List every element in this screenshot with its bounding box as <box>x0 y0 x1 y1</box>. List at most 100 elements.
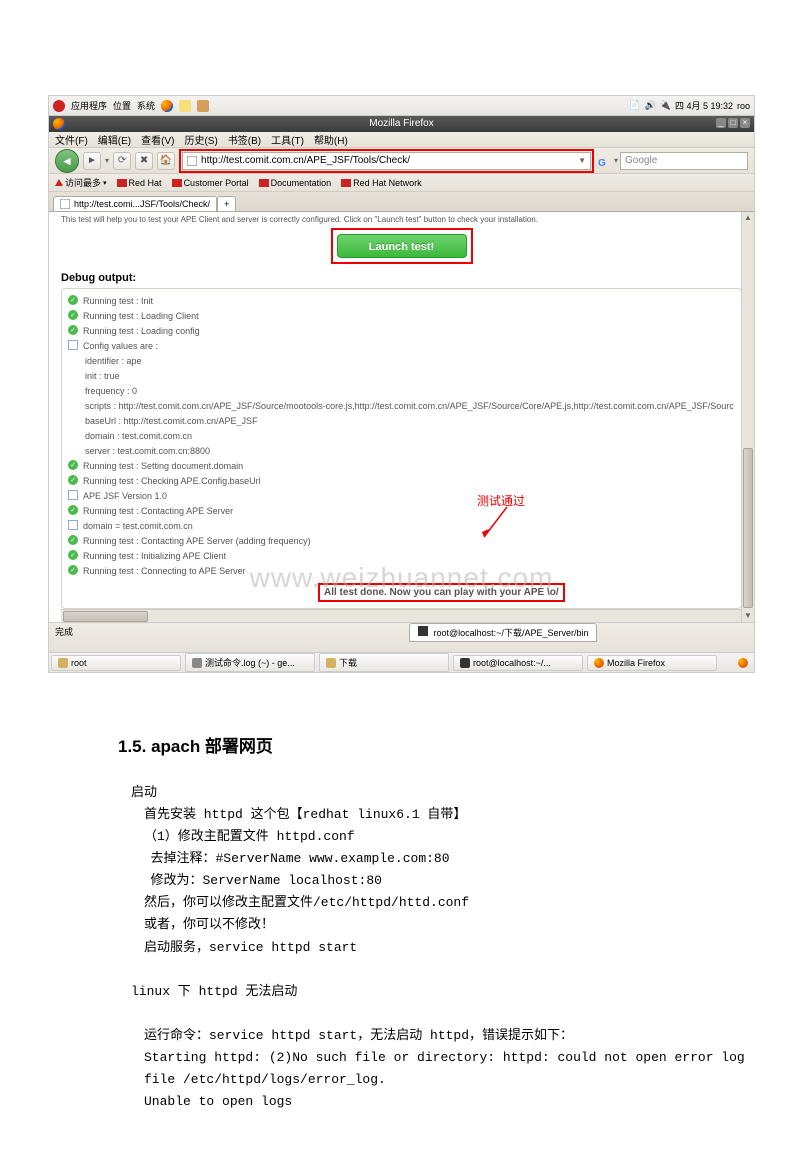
menu-history[interactable]: 历史(S) <box>184 132 217 147</box>
home-button[interactable]: 🏠 <box>157 152 175 170</box>
check-icon: ✓ <box>68 535 78 545</box>
taskbar-item[interactable]: root <box>51 655 181 671</box>
url-input[interactable]: http://test.comit.com.cn/APE_JSF/Tools/C… <box>182 152 591 170</box>
close-button[interactable]: × <box>740 118 750 128</box>
result-message: All test done. Now you can play with you… <box>318 583 565 602</box>
doc-text: 启动 <box>118 782 752 804</box>
launch-test-button[interactable]: Launch test! <box>337 234 467 258</box>
url-text: http://test.comit.com.cn/APE_JSF/Tools/C… <box>201 155 410 166</box>
menu-help[interactable]: 帮助(H) <box>314 132 348 147</box>
terminal-tab[interactable]: root@localhost:~/下载/APE_Server/bin <box>409 623 597 642</box>
doc-text: 去掉注释：#ServerName www.example.com:80 <box>118 848 752 870</box>
system-menu[interactable]: 系统 <box>137 99 155 112</box>
redhat-icon <box>259 179 269 187</box>
search-engine-icon[interactable]: G <box>598 155 610 167</box>
box-icon <box>68 520 78 530</box>
bookmark-rhn[interactable]: Red Hat Network <box>341 178 422 188</box>
tray-icon[interactable]: 🔌 <box>660 100 671 111</box>
user-menu[interactable]: roo <box>737 101 750 111</box>
check-icon: ✓ <box>68 505 78 515</box>
bookmarks-toolbar: 访问最多▾ Red Hat Customer Portal Documentat… <box>49 174 754 192</box>
intro-text: This test will help you to test your APE… <box>61 212 742 224</box>
workspace-icon[interactable] <box>738 658 748 668</box>
doc-text: （1）修改主配置文件 httpd.conf <box>118 826 752 848</box>
page-icon <box>187 156 197 166</box>
forward-button[interactable]: ► <box>83 152 101 170</box>
doc-text: linux 下 httpd 无法启动 <box>118 981 752 1003</box>
redhat-icon <box>117 179 127 187</box>
reload-button[interactable]: ⟳ <box>113 152 131 170</box>
firefox-menubar: 文件(F) 编辑(E) 查看(V) 历史(S) 书签(B) 工具(T) 帮助(H… <box>49 132 754 148</box>
firefox-icon <box>53 118 65 130</box>
page-content: This test will help you to test your APE… <box>49 212 754 622</box>
new-tab-button[interactable]: + <box>217 196 236 211</box>
notes-launcher-icon[interactable] <box>179 100 191 112</box>
minimize-button[interactable]: _ <box>716 118 726 128</box>
check-icon: ✓ <box>68 325 78 335</box>
firefox-titlebar: Mozilla Firefox _ □ × <box>49 116 754 132</box>
scrollbar-thumb[interactable] <box>743 448 753 608</box>
window-title: Mozilla Firefox <box>369 118 433 129</box>
urlbar-highlight: http://test.comit.com.cn/APE_JSF/Tools/C… <box>179 149 594 173</box>
browser-tab[interactable]: http://test.comi...JSF/Tools/Check/ <box>53 196 217 211</box>
menu-file[interactable]: 文件(F) <box>55 132 88 147</box>
stop-button[interactable]: ✖ <box>135 152 153 170</box>
taskbar-item[interactable]: root@localhost:~/... <box>453 655 583 671</box>
terminal-icon <box>418 626 428 636</box>
clock[interactable]: 四 4月 5 19:32 <box>675 99 733 112</box>
tray-icon[interactable]: 🔊 <box>645 100 656 111</box>
tab-favicon <box>60 199 70 209</box>
places-menu[interactable]: 位置 <box>113 99 131 112</box>
redhat-icon <box>172 179 182 187</box>
scrollbar-thumb[interactable] <box>63 611 148 622</box>
doc-text: 修改为：ServerName localhost:80 <box>118 870 752 892</box>
doc-text: 然后，你可以修改主配置文件/etc/httpd/httd.conf <box>118 892 752 914</box>
folder-icon <box>326 658 336 668</box>
firefox-navbar: ◄ ► ▾ ⟳ ✖ 🏠 http://test.comit.com.cn/APE… <box>49 148 754 174</box>
redhat-logo-icon <box>53 100 65 112</box>
menu-tools[interactable]: 工具(T) <box>271 132 304 147</box>
check-icon: ✓ <box>68 310 78 320</box>
back-button[interactable]: ◄ <box>55 149 79 173</box>
bookmark-documentation[interactable]: Documentation <box>259 178 332 188</box>
taskbar-item[interactable]: 下载 <box>319 653 449 672</box>
taskbar-item[interactable]: Mozilla Firefox <box>587 655 717 671</box>
apps-menu[interactable]: 应用程序 <box>71 99 107 112</box>
maximize-button[interactable]: □ <box>728 118 738 128</box>
horizontal-scrollbar[interactable] <box>61 609 742 622</box>
bookmark-redhat[interactable]: Red Hat <box>117 178 162 188</box>
bookmark-most-visited[interactable]: 访问最多▾ <box>55 176 107 189</box>
firefox-statusbar: 完成 root@localhost:~/下载/APE_Server/bin <box>49 622 754 652</box>
vertical-scrollbar[interactable]: ▲ ▼ <box>741 212 754 622</box>
bookmark-customer-portal[interactable]: Customer Portal <box>172 178 249 188</box>
menu-edit[interactable]: 编辑(E) <box>98 132 131 147</box>
doc-text: 或者，你可以不修改！ <box>118 914 752 936</box>
taskbar-item[interactable]: 测试命令.log (~) - ge... <box>185 653 315 672</box>
check-icon: ✓ <box>68 295 78 305</box>
scroll-down-icon[interactable]: ▼ <box>742 610 754 622</box>
doc-text: Starting httpd: (2)No such file or direc… <box>118 1047 752 1091</box>
tray-icon[interactable]: 📄 <box>629 100 640 111</box>
firefox-launcher-icon[interactable] <box>161 100 173 112</box>
search-input[interactable]: Google <box>620 152 748 170</box>
debug-output-panel: ✓Running test : Init ✓Running test : Loa… <box>61 288 742 609</box>
document-body: 1.5. apach 部署网页 启动 首先安装 httpd 这个包【redhat… <box>0 673 800 1173</box>
svg-text:G: G <box>598 158 606 168</box>
launch-highlight: Launch test! <box>331 228 473 264</box>
doc-text: 运行命令：service httpd start，无法启动 httpd，错误提示… <box>118 1025 752 1047</box>
doc-text: Unable to open logs <box>118 1091 752 1113</box>
gnome-bottom-panel: root 测试命令.log (~) - ge... 下载 root@localh… <box>49 652 754 672</box>
url-dropdown-icon[interactable]: ▼ <box>578 156 586 165</box>
scroll-up-icon[interactable]: ▲ <box>742 212 754 224</box>
section-heading: 1.5. apach 部署网页 <box>118 733 752 762</box>
tab-label: http://test.comi...JSF/Tools/Check/ <box>74 199 210 209</box>
check-icon: ✓ <box>68 550 78 560</box>
debug-output-label: Debug output: <box>61 272 742 284</box>
folder-icon <box>58 658 68 668</box>
gnome-top-panel: 应用程序 位置 系统 📄 🔊 🔌 四 4月 5 19:32 roo <box>49 96 754 116</box>
menu-bookmarks[interactable]: 书签(B) <box>228 132 261 147</box>
doc-text: 首先安装 httpd 这个包【redhat linux6.1 自带】 <box>118 804 752 826</box>
brush-launcher-icon[interactable] <box>197 100 209 112</box>
tab-strip: http://test.comi...JSF/Tools/Check/ + <box>49 192 754 212</box>
menu-view[interactable]: 查看(V) <box>141 132 174 147</box>
